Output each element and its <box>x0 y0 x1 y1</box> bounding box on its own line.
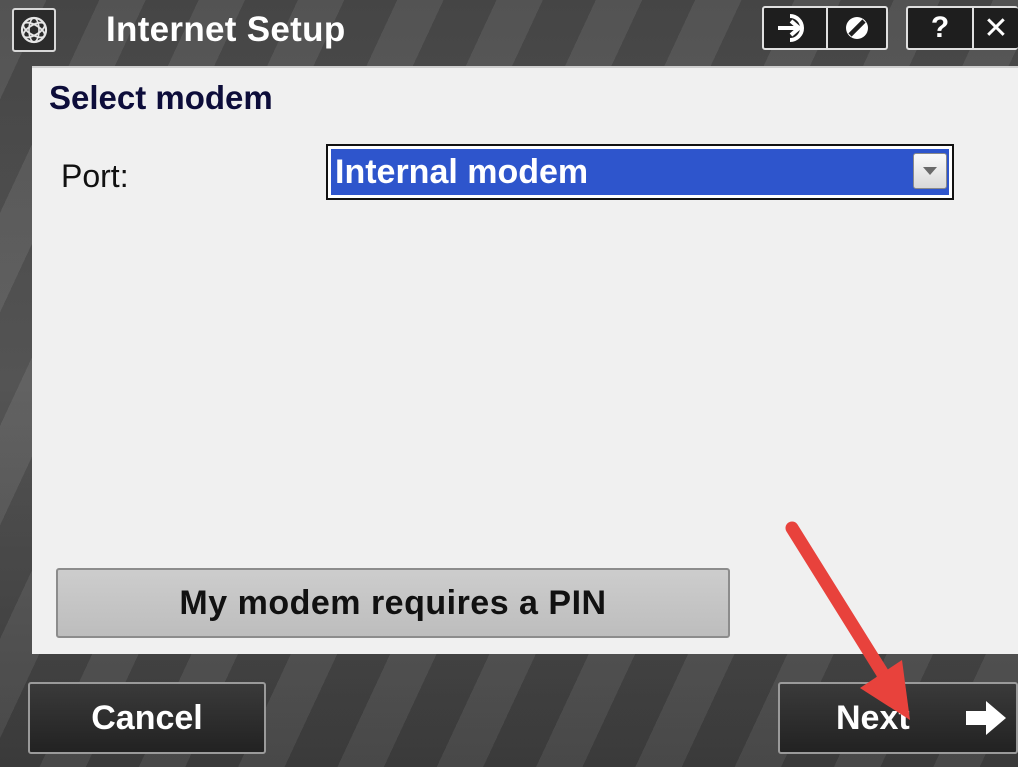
section-title: Select modem <box>49 79 273 116</box>
cancel-button[interactable]: Cancel <box>28 682 266 754</box>
disconnect-button[interactable] <box>826 8 886 48</box>
trimble-globe-icon[interactable] <box>12 8 56 52</box>
help-button[interactable]: ? <box>908 8 972 48</box>
chevron-down-icon <box>923 167 937 175</box>
content-panel: Select modem Port: Internal modem My mod… <box>32 66 1018 654</box>
close-icon: ✕ <box>983 11 1009 45</box>
modem-requires-pin-button[interactable]: My modem requires a PIN <box>56 568 730 638</box>
switch-to-button[interactable] <box>764 8 826 48</box>
title-bar: Internet Setup ? ✕ <box>0 0 1018 62</box>
disconnect-icon <box>846 17 868 39</box>
port-select-highlight: Internal modem <box>331 149 949 195</box>
arrow-right-icon <box>966 701 1006 735</box>
help-icon: ? <box>930 11 950 44</box>
cancel-button-label: Cancel <box>91 698 203 737</box>
port-label: Port: <box>61 158 129 194</box>
connection-button-group <box>762 6 888 50</box>
port-select[interactable]: Internal modem <box>326 144 954 200</box>
next-button-label: Next <box>836 698 910 737</box>
next-button[interactable]: Next <box>778 682 1018 754</box>
help-close-button-group: ? ✕ <box>906 6 1018 50</box>
internet-setup-window: Internet Setup ? ✕ Select modem Port: In… <box>0 0 1018 767</box>
dropdown-button[interactable] <box>913 153 947 189</box>
close-button[interactable]: ✕ <box>972 8 1018 48</box>
port-select-value: Internal modem <box>335 153 589 191</box>
switch-to-icon <box>778 14 804 42</box>
window-title: Internet Setup <box>106 10 346 49</box>
